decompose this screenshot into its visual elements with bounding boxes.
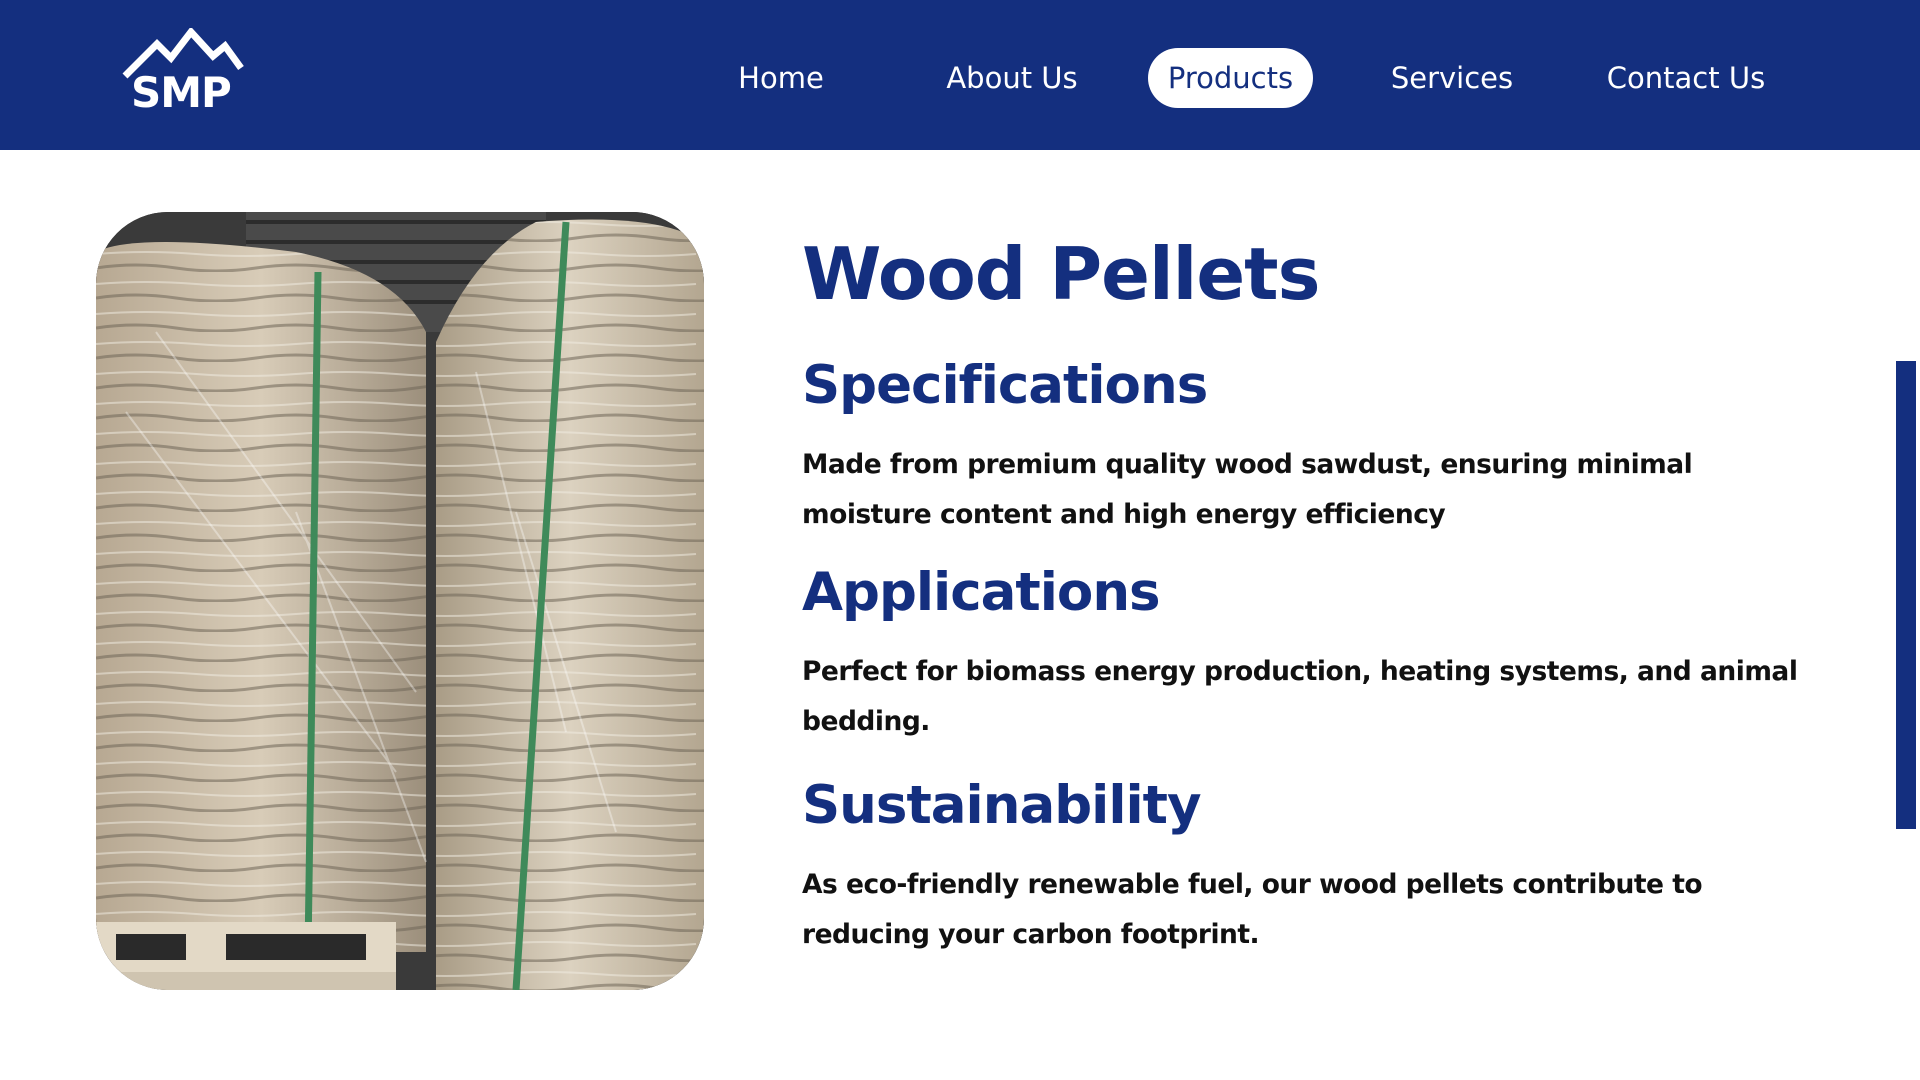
specifications-text: Made from premium quality wood sawdust, … [802, 449, 1693, 530]
applications-text: Perfect for biomass energy production, h… [802, 656, 1798, 737]
nav-services[interactable]: Services [1378, 48, 1526, 108]
product-image [96, 212, 704, 990]
page-title: Wood Pellets [802, 232, 1320, 316]
specifications-heading: Specifications [802, 355, 1208, 416]
nav-about-us[interactable]: About Us [934, 48, 1090, 108]
nav-contact-us[interactable]: Contact Us [1596, 48, 1776, 108]
sustainability-text: As eco-friendly renewable fuel, our wood… [802, 869, 1703, 950]
smp-logo[interactable]: SMP [121, 28, 245, 118]
sustainability-heading: Sustainability [802, 775, 1202, 836]
applications-heading: Applications [802, 562, 1161, 623]
nav-products[interactable]: Products [1148, 48, 1313, 108]
nav-home[interactable]: Home [718, 48, 844, 108]
wood-pellet-bags-photo [96, 212, 704, 990]
top-navbar: SMP Home About Us Products Services Cont… [0, 0, 1920, 150]
logo-text: SMP [131, 68, 232, 117]
scrollbar[interactable] [1896, 361, 1916, 829]
